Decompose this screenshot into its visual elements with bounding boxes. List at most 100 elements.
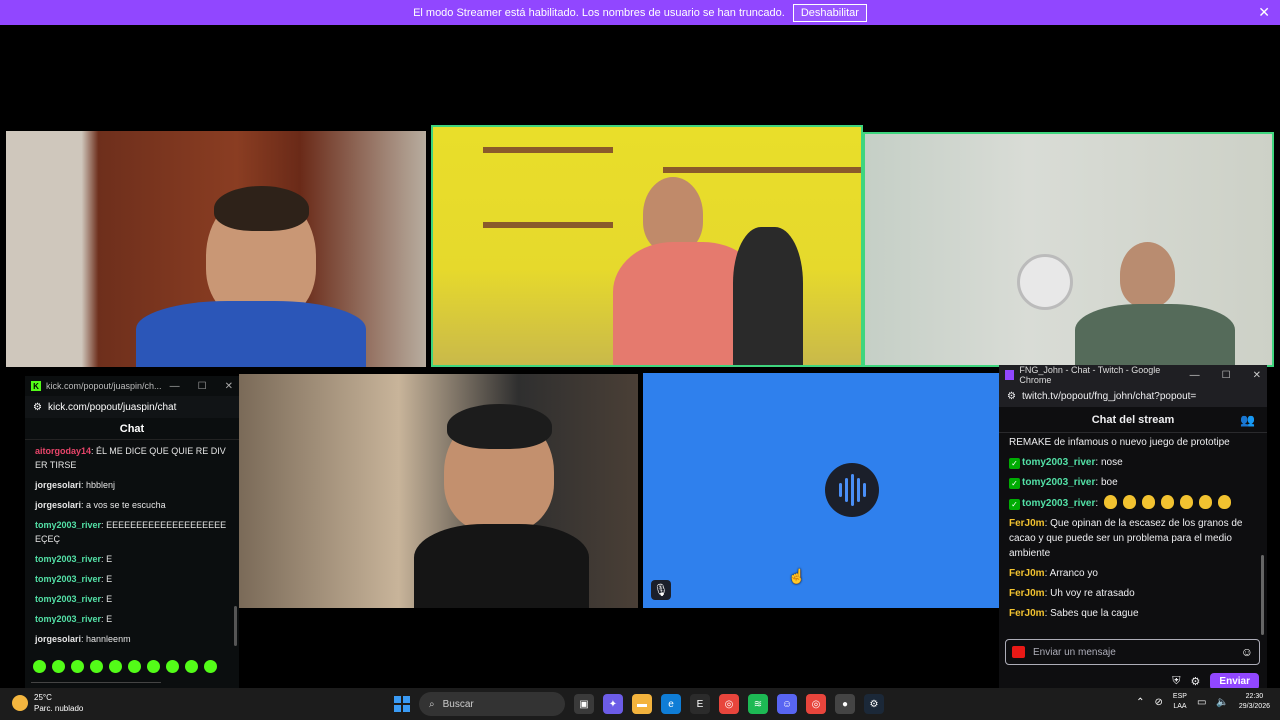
chat-username[interactable]: jorgesolari [35,500,81,510]
maximize-icon[interactable]: ☐ [1222,370,1231,381]
site-settings-icon[interactable]: ⚙ [33,402,42,413]
settings-gear-icon[interactable]: ⚙ [1191,675,1201,688]
display-icon[interactable]: ▭ [1197,697,1206,708]
spotify-icon[interactable]: ≋ [748,694,768,714]
participant-hair [447,404,552,449]
task-view-icon[interactable]: ▣ [574,694,594,714]
volume-icon[interactable]: 🔈 [1216,697,1228,708]
close-icon[interactable]: ✕ [1258,4,1270,21]
steam-icon[interactable]: ⚙ [864,694,884,714]
kick-chat-title: Chat [25,418,239,440]
emote-icon[interactable] [52,660,65,673]
copilot-icon[interactable]: ✦ [603,694,623,714]
twitch-window-title: FNG_John - Chat - Twitch - Google Chrome [1019,365,1161,385]
emote-icon[interactable] [147,660,160,673]
twitch-chat-title: Chat del stream 👥 [999,407,1267,433]
shield-icon[interactable]: ⛨ [1172,675,1180,688]
video-tile-audio-only[interactable]: 🎙 ☝ [643,373,999,608]
close-icon[interactable]: ✕ [225,381,233,392]
chat-username[interactable]: tomy2003_river [35,554,101,564]
emote-icon[interactable] [128,660,141,673]
chat-message: FerJ0m: Arranco yo [1009,568,1098,579]
emote-icon[interactable] [71,660,84,673]
participant-shirt [414,524,589,608]
chat-message: aitorgoday14: ÉL ME DICE QUE QUIE RE DIV… [35,446,226,470]
video-tile-2[interactable] [431,125,863,367]
record-icon[interactable] [1012,646,1025,658]
chat-message: tomy2003_river: EEEEEEEEEEEEEEEEEEEEEÇEÇ [35,520,227,544]
video-tile-1[interactable] [6,131,426,367]
chrome-icon[interactable]: ◎ [719,694,739,714]
chat-username[interactable]: FerJ0m [1009,608,1045,619]
minimize-icon[interactable]: — [1190,370,1200,381]
taskbar-search[interactable]: ⌕ Buscar [419,692,565,716]
chrome-profile-icon[interactable]: ◎ [806,694,826,714]
emoji-picker-icon[interactable]: ☺ [1241,645,1253,659]
chat-username[interactable]: tomy2003_river [1022,457,1095,468]
emote-icon[interactable] [90,660,103,673]
chat-username[interactable]: tomy2003_river [35,520,101,530]
maximize-icon[interactable]: ☐ [198,381,207,392]
start-windows-icon[interactable] [394,696,410,712]
language-code: ESP [1172,693,1187,700]
chat-message: tomy2003_river: E [35,574,113,584]
chat-username[interactable]: FerJ0m [1009,588,1045,599]
twitch-chat-input[interactable]: Enviar un mensaje ☺ [1005,639,1260,665]
twitch-url: twitch.tv/popout/fng_john/chat?popout= [1021,390,1197,402]
emote-icon [1198,495,1212,509]
language-indicator[interactable]: ESP LAA [1173,692,1187,712]
mic-off-icon[interactable]: 🎙 [651,580,671,600]
chat-text: E [106,594,113,604]
chat-username[interactable]: tomy2003_river [35,614,101,624]
taskbar: 25°C Parc. nublado ⌕ Buscar ▣ ✦ ▬ e E ◎ … [0,688,1280,720]
verified-badge-icon: ✓ [1009,458,1020,469]
chat-username[interactable]: FerJ0m [1009,518,1045,529]
chat-username[interactable]: tomy2003_river [35,594,101,604]
banner-text: El modo Streamer está habilitado. Los no… [413,6,785,19]
kick-url-bar[interactable]: ⚙ kick.com/popout/juaspin/chat [25,396,239,418]
edge-browser-icon[interactable]: e [661,694,681,714]
chat-message: tomy2003_river: E [35,594,113,604]
chat-username[interactable]: aitorgoday14 [35,446,91,456]
chat-username[interactable]: tomy2003_river [35,574,101,584]
twitch-logo-icon [1005,370,1015,380]
chat-username[interactable]: tomy2003_river [1022,477,1095,488]
clock[interactable]: 22:30 29/3/2026 [1239,692,1270,712]
emote-icon[interactable] [204,660,217,673]
weather-widget[interactable]: 25°C Parc. nublado [12,692,83,714]
close-icon[interactable]: ✕ [1253,370,1261,381]
emote-icon[interactable] [109,660,122,673]
discord-icon[interactable]: ☺ [777,694,797,714]
kick-scrollbar[interactable] [234,606,237,646]
epic-games-icon[interactable]: E [690,694,710,714]
app-icon[interactable]: ● [835,694,855,714]
chat-username[interactable]: jorgesolari [35,634,81,644]
kick-message-list: aitorgoday14: ÉL ME DICE QUE QUIE RE DIV… [25,440,239,656]
twitch-message-list: REMAKE de infamous o nuevo juego de prot… [999,433,1267,628]
disable-button[interactable]: Deshabilitar [792,3,867,22]
chat-username[interactable]: jorgesolari [35,480,81,490]
chat-message: FerJ0m: Que opinan de la escasez de los … [1009,518,1243,559]
chat-username[interactable]: tomy2003_river [1022,498,1095,509]
chat-username[interactable]: FerJ0m [1009,568,1045,579]
file-explorer-icon[interactable]: ▬ [632,694,652,714]
site-settings-icon[interactable]: ⚙ [1007,391,1016,402]
chat-message: FerJ0m: Uh voy re atrasado [1009,588,1135,599]
chevron-up-icon[interactable]: ⌃ [1136,697,1144,708]
video-tile-3[interactable] [863,132,1274,367]
emote-icon[interactable] [166,660,179,673]
emote-icon[interactable] [33,660,46,673]
chat-input-placeholder: Enviar un mensaje [1033,646,1116,658]
emote-icon[interactable] [185,660,198,673]
emote-icon [1141,495,1155,509]
emote-icon [1122,495,1136,509]
network-off-icon[interactable]: ⊘ [1155,697,1163,708]
send-button[interactable]: Enviar [1210,672,1259,690]
twitch-scrollbar[interactable] [1261,555,1264,635]
clock-time: 22:30 [1245,693,1264,700]
video-tile-4[interactable] [239,374,638,608]
chat-text: Sabes que la cague [1050,608,1139,619]
twitch-url-bar[interactable]: ⚙ twitch.tv/popout/fng_john/chat?popout= [999,385,1267,407]
users-icon[interactable]: 👥 [1240,413,1255,427]
minimize-icon[interactable]: — [170,381,180,392]
